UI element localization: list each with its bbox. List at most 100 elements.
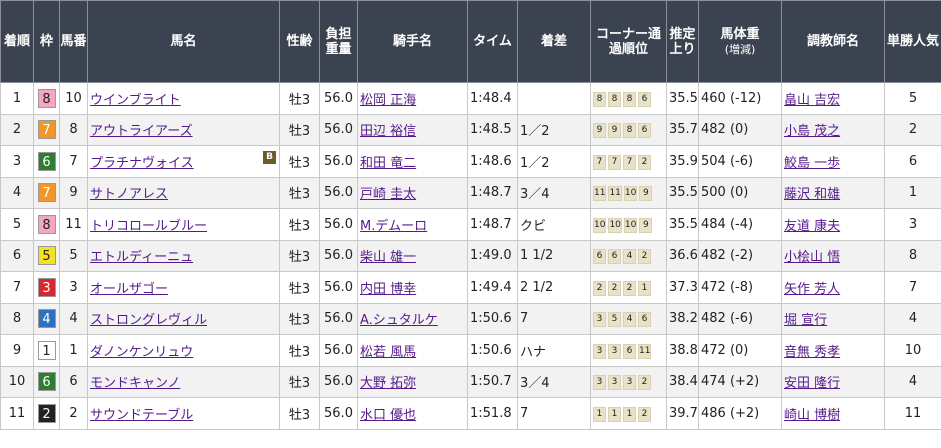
trainer-link[interactable]: 音無 秀孝 bbox=[784, 345, 840, 360]
header-last3f: 推定上り bbox=[666, 0, 699, 83]
jockey-cell: 松岡 正海 bbox=[357, 82, 468, 115]
jockey-link[interactable]: 和田 竜二 bbox=[360, 156, 416, 171]
horse-name-link[interactable]: サウンドテーブル bbox=[90, 408, 193, 423]
corner-position: 3 bbox=[593, 343, 606, 359]
jockey-link[interactable]: 戸崎 圭太 bbox=[360, 187, 416, 202]
horse-cell: サトノアレス bbox=[87, 176, 280, 209]
trainer-cell: 矢作 芳人 bbox=[781, 271, 885, 304]
horse-cell: エトルディーニュ bbox=[87, 239, 280, 272]
trainer-cell: 小島 茂之 bbox=[781, 113, 885, 146]
trainer-link[interactable]: 小島 茂之 bbox=[784, 124, 840, 139]
rank-cell: 2 bbox=[0, 113, 34, 146]
trainer-link[interactable]: 畠山 吉宏 bbox=[784, 93, 840, 108]
corner-position: 7 bbox=[608, 154, 621, 170]
corner-position: 7 bbox=[623, 154, 636, 170]
jockey-link[interactable]: 田辺 裕信 bbox=[360, 124, 416, 139]
trainer-link[interactable]: 崎山 博樹 bbox=[784, 408, 840, 423]
last3f-cell: 39.7 bbox=[666, 397, 699, 430]
weight-cell: 56.0 bbox=[319, 365, 358, 398]
time-cell: 1:48.5 bbox=[467, 113, 518, 146]
table-row: 8 4 4 ストロングレヴィル 牡3 56.0 A.シュタルケ 1:50.6 7 3 5 4 6 38.2… bbox=[0, 302, 941, 335]
corner-cell: 8886 bbox=[590, 82, 667, 115]
jockey-link[interactable]: 柴山 雄一 bbox=[360, 250, 416, 265]
trainer-link[interactable]: 鮫島 一歩 bbox=[784, 156, 840, 171]
time-cell: 1:50.7 bbox=[467, 365, 518, 398]
time-cell: 1:48.4 bbox=[467, 82, 518, 115]
time-cell: 1:49.4 bbox=[467, 271, 518, 304]
popularity-cell: 8 bbox=[884, 239, 941, 272]
jockey-link[interactable]: 松岡 正海 bbox=[360, 93, 416, 108]
corner-position: 4 bbox=[623, 249, 636, 265]
horse-cell: モンドキャンノ bbox=[87, 365, 280, 398]
umaban-cell: 5 bbox=[59, 239, 88, 272]
header-popularity: 単勝人気 bbox=[884, 0, 941, 83]
rank-cell: 9 bbox=[0, 334, 34, 367]
table-row: 1 8 10 ウインブライト 牡3 56.0 松岡 正海 1:48.4 8 8 8 6 35.5 460 … bbox=[0, 82, 941, 115]
corner-position: 2 bbox=[608, 280, 621, 296]
jockey-link[interactable]: 松若 風馬 bbox=[360, 345, 416, 360]
header-umaban: 馬番 bbox=[59, 0, 88, 83]
horse-cell: トリコロールブルー bbox=[87, 208, 280, 241]
waku-badge: 2 bbox=[37, 403, 56, 423]
rank-cell: 8 bbox=[0, 302, 34, 335]
corner-position: 8 bbox=[608, 91, 621, 107]
sex-age-cell: 牡3 bbox=[279, 365, 320, 398]
horse-name-link[interactable]: ウインブライト bbox=[90, 93, 181, 108]
horse-name-link[interactable]: オールザゴー bbox=[90, 282, 168, 297]
body-weight-cell: 482 (-6) bbox=[698, 302, 782, 335]
jockey-link[interactable]: 大野 拓弥 bbox=[360, 376, 416, 391]
horse-name-link[interactable]: モンドキャンノ bbox=[90, 376, 180, 391]
jockey-link[interactable]: M.デムーロ bbox=[360, 219, 427, 234]
jockey-link[interactable]: 水口 優也 bbox=[360, 408, 416, 423]
trainer-link[interactable]: 藤沢 和雄 bbox=[784, 187, 840, 202]
waku-cell: 7 bbox=[33, 176, 60, 209]
jockey-cell: 戸崎 圭太 bbox=[357, 176, 468, 209]
popularity-cell: 7 bbox=[884, 271, 941, 304]
sex-age-cell: 牡3 bbox=[279, 82, 320, 115]
last3f-cell: 35.5 bbox=[666, 208, 699, 241]
header-horse: 馬名 bbox=[87, 0, 280, 83]
corner-position: 6 bbox=[638, 91, 651, 107]
popularity-cell: 10 bbox=[884, 334, 941, 367]
waku-badge: 8 bbox=[37, 214, 56, 234]
table-row: 3 6 7 プラチナヴォイス B 牡3 56.0 和田 竜二 1:48.6 1／2 7 7 7 2 35.9… bbox=[0, 145, 941, 178]
trainer-link[interactable]: 矢作 芳人 bbox=[784, 282, 840, 297]
waku-cell: 3 bbox=[33, 271, 60, 304]
umaban-cell: 2 bbox=[59, 397, 88, 430]
rank-cell: 7 bbox=[0, 271, 34, 304]
horse-cell: オールザゴー bbox=[87, 271, 280, 304]
horse-name-link[interactable]: トリコロールブルー bbox=[90, 219, 207, 234]
corner-position: 3 bbox=[593, 375, 606, 391]
time-cell: 1:48.6 bbox=[467, 145, 518, 178]
horse-name-link[interactable]: ストロングレヴィル bbox=[90, 313, 207, 328]
corner-position: 9 bbox=[593, 123, 606, 139]
trainer-link[interactable]: 小桧山 悟 bbox=[784, 250, 840, 265]
trainer-link[interactable]: 友道 康夫 bbox=[784, 219, 840, 234]
jockey-cell: 水口 優也 bbox=[357, 397, 468, 430]
corner-cell: 9986 bbox=[590, 113, 667, 146]
header-time: タイム bbox=[467, 0, 518, 83]
horse-name-link[interactable]: プラチナヴォイス bbox=[90, 156, 194, 171]
weight-cell: 56.0 bbox=[319, 302, 358, 335]
jockey-link[interactable]: A.シュタルケ bbox=[360, 313, 438, 328]
umaban-cell: 9 bbox=[59, 176, 88, 209]
waku-badge: 4 bbox=[37, 309, 56, 329]
margin-cell: 7 bbox=[517, 397, 591, 430]
horse-name-link[interactable]: ダノンケンリュウ bbox=[90, 345, 193, 360]
trainer-cell: 崎山 博樹 bbox=[781, 397, 885, 430]
jockey-cell: 大野 拓弥 bbox=[357, 365, 468, 398]
corner-cell: 7772 bbox=[590, 145, 667, 178]
corner-position: 3 bbox=[623, 375, 636, 391]
rank-cell: 5 bbox=[0, 208, 34, 241]
horse-name-link[interactable]: アウトライアーズ bbox=[90, 124, 193, 139]
horse-name-link[interactable]: エトルディーニュ bbox=[90, 250, 193, 265]
body-weight-cell: 482 (-2) bbox=[698, 239, 782, 272]
corner-cell: 11 11 10 9 bbox=[590, 176, 667, 209]
jockey-link[interactable]: 内田 博幸 bbox=[360, 282, 416, 297]
time-cell: 1:50.6 bbox=[467, 302, 518, 335]
weight-cell: 56.0 bbox=[319, 239, 358, 272]
waku-badge: 5 bbox=[37, 246, 56, 266]
trainer-link[interactable]: 安田 隆行 bbox=[784, 376, 840, 391]
horse-name-link[interactable]: サトノアレス bbox=[90, 187, 168, 202]
trainer-link[interactable]: 堀 宣行 bbox=[784, 313, 827, 328]
